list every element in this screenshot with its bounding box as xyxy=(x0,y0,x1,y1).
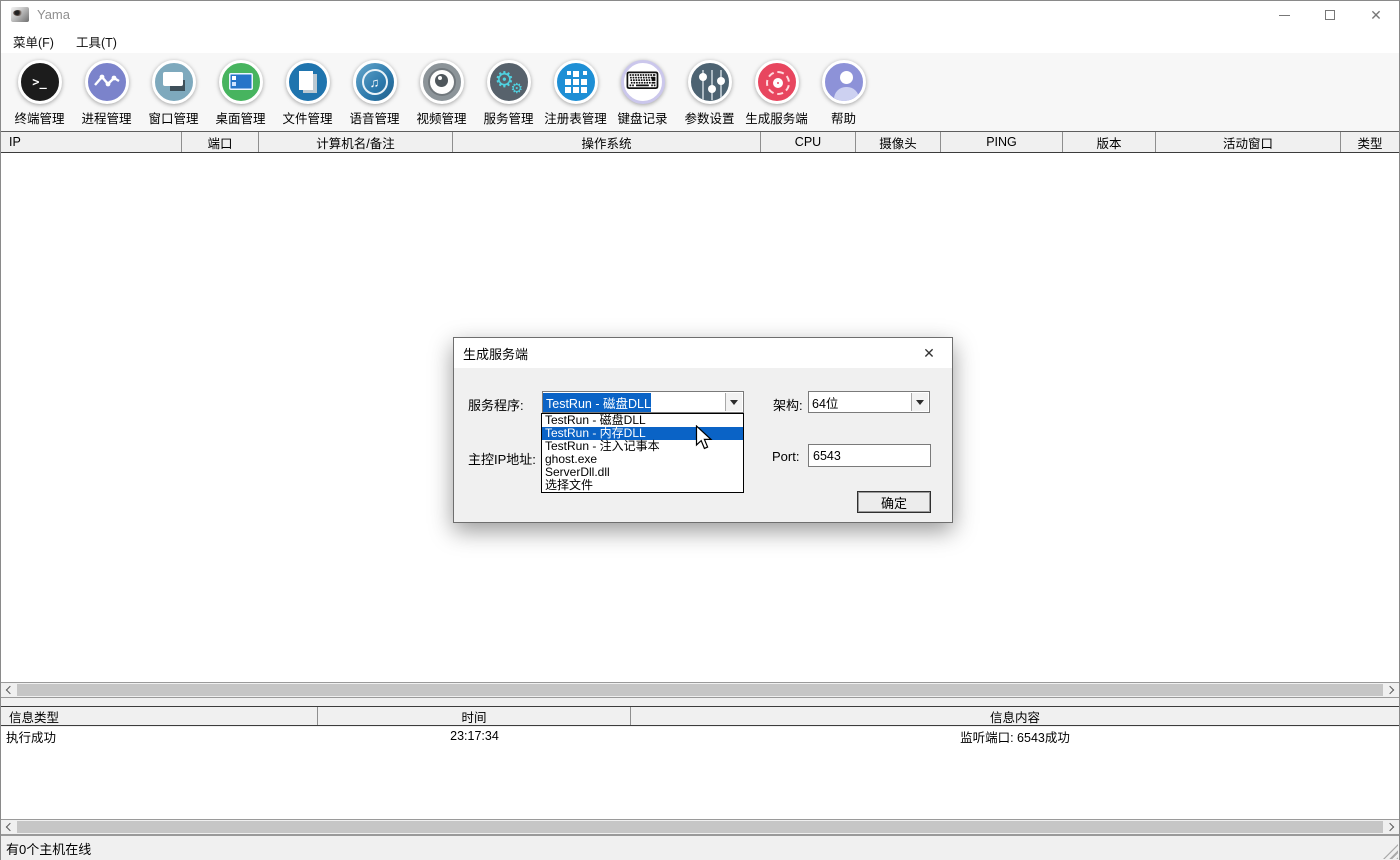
program-label: 服务程序: xyxy=(468,395,524,414)
file-icon xyxy=(286,60,330,104)
toolbar-button-terminal[interactable]: >_ 终端管理 xyxy=(6,53,73,127)
status-bar: 有0个主机在线 xyxy=(1,835,1399,860)
window-title: Yama xyxy=(37,7,70,22)
services-icon: ⚙⚙ xyxy=(487,60,531,104)
toolbar-button-voice[interactable]: ♫ 语音管理 xyxy=(341,53,408,127)
online-hosts-status: 有0个主机在线 xyxy=(6,839,91,858)
scroll-right-icon[interactable] xyxy=(1383,820,1399,834)
menu-item-main[interactable]: 菜单(F) xyxy=(3,32,64,51)
column-header-type[interactable]: 类型 xyxy=(1341,132,1399,152)
dropdown-item[interactable]: 选择文件 xyxy=(542,479,743,492)
chevron-down-icon[interactable] xyxy=(911,393,928,411)
port-label: Port: xyxy=(772,449,799,464)
arch-combobox[interactable]: 64位 xyxy=(808,391,930,413)
toolbar-button-desktop[interactable]: 桌面管理 xyxy=(207,53,274,127)
column-header-version[interactable]: 版本 xyxy=(1063,132,1156,152)
minimize-icon xyxy=(1279,15,1290,16)
scrollbar-thumb[interactable] xyxy=(17,684,1383,696)
target-icon xyxy=(755,60,799,104)
process-icon xyxy=(85,60,129,104)
column-header-active-window[interactable]: 活动窗口 xyxy=(1156,132,1341,152)
scroll-right-icon[interactable] xyxy=(1383,683,1399,697)
dialog-title: 生成服务端 xyxy=(463,344,528,363)
column-header-ip[interactable]: IP xyxy=(1,132,182,152)
log-list-hscrollbar[interactable] xyxy=(1,819,1399,835)
maximize-button[interactable] xyxy=(1307,1,1353,29)
column-header-camera[interactable]: 摄像头 xyxy=(856,132,941,152)
column-header-msg-type[interactable]: 信息类型 xyxy=(1,707,318,725)
column-header-msg-content[interactable]: 信息内容 xyxy=(631,707,1399,725)
column-header-port[interactable]: 端口 xyxy=(182,132,259,152)
person-icon xyxy=(822,60,866,104)
scrollbar-thumb[interactable] xyxy=(17,821,1383,833)
log-time: 23:17:34 xyxy=(318,727,631,745)
scroll-left-icon[interactable] xyxy=(1,683,17,697)
toolbar-button-settings[interactable]: 参数设置 xyxy=(676,53,743,127)
maximize-icon xyxy=(1325,10,1335,20)
arch-combobox-value: 64位 xyxy=(809,393,838,412)
keyboard-icon: ⌨ xyxy=(621,60,665,104)
toolbar-button-file[interactable]: 文件管理 xyxy=(274,53,341,127)
column-header-msg-time[interactable]: 时间 xyxy=(318,707,631,725)
ok-button[interactable]: 确定 xyxy=(857,491,931,513)
column-header-ping[interactable]: PING xyxy=(941,132,1063,152)
dialog-close-button[interactable]: ✕ xyxy=(914,338,944,368)
log-row[interactable]: 执行成功 23:17:34 监听端口: 6543成功 xyxy=(1,727,1399,745)
port-input-value: 6543 xyxy=(813,449,841,463)
toolbar-button-video[interactable]: 视频管理 xyxy=(408,53,475,127)
host-list-hscrollbar[interactable] xyxy=(1,682,1399,698)
program-combobox[interactable]: TestRun - 磁盘DLL xyxy=(542,391,744,413)
toolbar-button-process[interactable]: 进程管理 xyxy=(73,53,140,127)
log-content: 监听端口: 6543成功 xyxy=(631,727,1399,745)
column-header-computer-name[interactable]: 计算机名/备注 xyxy=(259,132,453,152)
toolbar-button-window[interactable]: 窗口管理 xyxy=(140,53,207,127)
close-button[interactable]: ✕ xyxy=(1353,1,1399,29)
registry-icon xyxy=(554,60,598,104)
dialog-title-bar: 生成服务端 xyxy=(454,338,952,368)
toolbar-button-services[interactable]: ⚙⚙ 服务管理 xyxy=(475,53,542,127)
title-bar: Yama ✕ xyxy=(1,1,1399,29)
toolbar: >_ 终端管理 进程管理 窗口管理 桌面管理 文件管理 ♫ 语音管理 视频管理 xyxy=(1,53,1399,131)
column-header-os[interactable]: 操作系统 xyxy=(453,132,761,152)
window-icon xyxy=(152,60,196,104)
desktop-icon xyxy=(219,60,263,104)
program-combobox-value: TestRun - 磁盘DLL xyxy=(543,393,651,412)
master-ip-label: 主控IP地址: xyxy=(468,449,536,468)
host-table-header: IP 端口 计算机名/备注 操作系统 CPU 摄像头 PING 版本 活动窗口 … xyxy=(1,131,1399,153)
voice-icon: ♫ xyxy=(353,60,397,104)
arch-label: 架构: xyxy=(773,395,803,414)
log-table-header: 信息类型 时间 信息内容 xyxy=(1,706,1399,726)
resize-grip-icon[interactable] xyxy=(1383,844,1398,859)
terminal-icon: >_ xyxy=(18,60,62,104)
column-header-cpu[interactable]: CPU xyxy=(761,132,856,152)
toolbar-button-help[interactable]: 帮助 xyxy=(810,53,877,127)
menu-bar: 菜单(F) 工具(T) xyxy=(1,29,1399,53)
scroll-left-icon[interactable] xyxy=(1,820,17,834)
minimize-button[interactable] xyxy=(1261,1,1307,29)
log-list-area: 执行成功 23:17:34 监听端口: 6543成功 xyxy=(1,727,1399,819)
window-controls: ✕ xyxy=(1261,1,1399,29)
video-icon xyxy=(420,60,464,104)
app-icon xyxy=(11,7,29,22)
chevron-down-icon[interactable] xyxy=(725,393,742,411)
toolbar-button-keylogger[interactable]: ⌨ 键盘记录 xyxy=(609,53,676,127)
program-dropdown-list: TestRun - 磁盘DLL TestRun - 内存DLL TestRun … xyxy=(541,413,744,493)
toolbar-button-registry[interactable]: 注册表管理 xyxy=(542,53,609,127)
port-input[interactable]: 6543 xyxy=(808,444,931,467)
menu-item-tools[interactable]: 工具(T) xyxy=(66,32,127,51)
close-icon: ✕ xyxy=(1370,8,1382,22)
toolbar-button-generate-server[interactable]: 生成服务端 xyxy=(743,53,810,127)
log-type: 执行成功 xyxy=(1,727,318,745)
generate-server-dialog: 生成服务端 ✕ 服务程序: TestRun - 磁盘DLL 架构: 64位 主控… xyxy=(453,337,953,523)
app-window: Yama ✕ 菜单(F) 工具(T) >_ 终端管理 进程管理 窗口管理 桌面管 xyxy=(0,0,1400,860)
sliders-icon xyxy=(688,60,732,104)
